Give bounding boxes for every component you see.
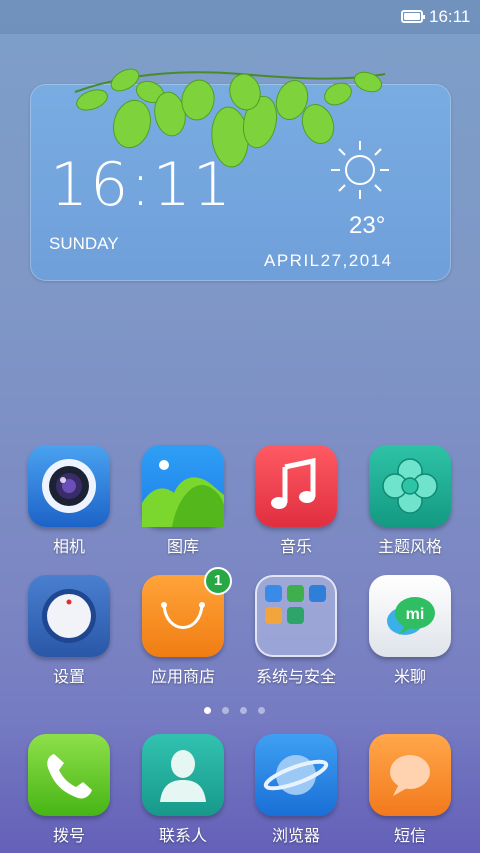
folder-icon xyxy=(255,575,337,657)
app-camera[interactable]: 相机 xyxy=(14,445,124,557)
dock-phone[interactable]: 拨号 xyxy=(14,734,124,846)
app-label: 音乐 xyxy=(279,537,312,556)
page-dot[interactable] xyxy=(258,707,265,714)
widget-clock: 16:11 xyxy=(50,150,233,220)
app-label: 系统与安全 xyxy=(255,667,336,686)
app-label: 设置 xyxy=(52,667,85,686)
page-dot[interactable] xyxy=(222,707,229,714)
gallery-icon xyxy=(142,445,224,527)
page-indicator xyxy=(204,699,276,714)
app-gallery[interactable]: 图库 xyxy=(128,445,238,557)
battery-full-icon xyxy=(401,10,425,23)
app-label: 联系人 xyxy=(158,826,207,845)
contacts-icon xyxy=(142,734,224,816)
music-icon xyxy=(255,445,337,527)
camera-icon xyxy=(28,445,110,527)
app-theme[interactable]: 主题风格 xyxy=(355,445,465,557)
widget-date: APRIL27,2014 xyxy=(264,251,393,270)
app-settings[interactable]: 设置 xyxy=(14,575,124,687)
app-label: 短信 xyxy=(393,826,426,845)
widget-day: SUNDAY xyxy=(49,234,119,253)
notification-badge: 1 xyxy=(204,567,232,595)
app-label: 浏览器 xyxy=(271,826,320,845)
theme-icon xyxy=(369,445,451,527)
widget-temperature: 23° xyxy=(349,212,386,239)
status-time: 16:11 xyxy=(429,7,471,26)
dock-messages[interactable]: 短信 xyxy=(355,734,465,846)
app-label: 米聊 xyxy=(393,667,426,686)
dock-browser[interactable]: 浏览器 xyxy=(241,734,351,846)
miliao-icon: mi xyxy=(369,575,451,657)
sun-icon xyxy=(331,141,389,199)
app-label: 相机 xyxy=(52,537,85,556)
app-label: 主题风格 xyxy=(377,537,442,556)
status-bar: 16:11 xyxy=(0,0,480,34)
messages-icon xyxy=(369,734,451,816)
app-store-icon: 1 xyxy=(142,567,232,657)
app-label: 图库 xyxy=(166,537,199,556)
app-label: 应用商店 xyxy=(150,667,215,686)
phone-icon xyxy=(28,734,110,816)
dock-contacts[interactable]: 联系人 xyxy=(128,734,238,846)
browser-icon xyxy=(255,734,337,816)
page-dot[interactable] xyxy=(204,707,211,714)
app-music[interactable]: 音乐 xyxy=(241,445,351,557)
app-miliao[interactable]: mi 米聊 xyxy=(355,575,465,687)
folder-system-security[interactable]: 系统与安全 xyxy=(241,575,351,687)
app-store[interactable]: 1 应用商店 xyxy=(128,567,238,687)
settings-icon xyxy=(28,575,110,657)
app-label: 拨号 xyxy=(52,826,85,845)
page-dot[interactable] xyxy=(240,707,247,714)
miliao-icon-text: mi xyxy=(406,606,425,623)
